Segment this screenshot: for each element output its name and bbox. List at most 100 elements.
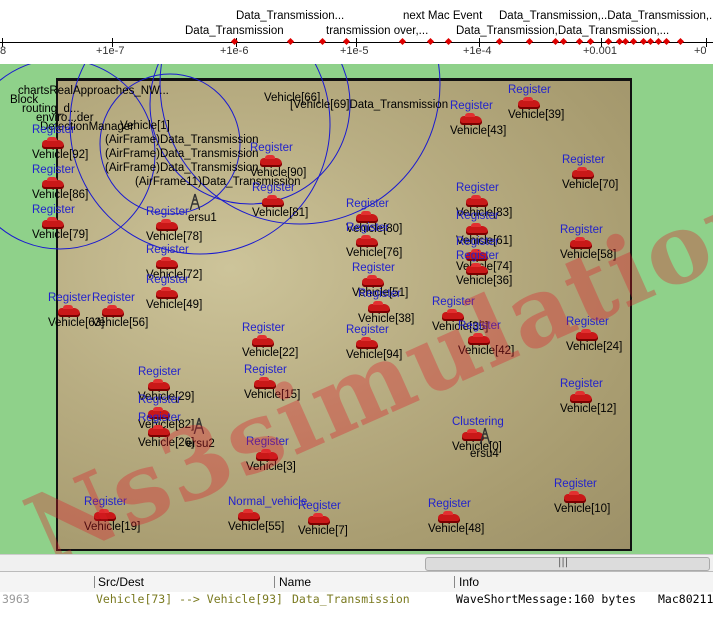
vehicle-label: Vehicle[39] — [508, 109, 565, 121]
packet-table-header: Src/Dest Name Info — [0, 571, 713, 593]
rsu-node[interactable]: ersu4 — [470, 426, 499, 460]
event-marker[interactable] — [621, 37, 630, 46]
event-marker[interactable] — [586, 37, 595, 46]
event-marker[interactable] — [286, 37, 295, 46]
overlap-label: [Vehicle[69]Data_Transmission — [290, 99, 449, 111]
horizontal-scrollbar[interactable]: ||| — [0, 554, 713, 571]
vehicle-status-label: Register — [352, 262, 395, 274]
column-header-info[interactable]: Info — [459, 575, 479, 589]
event-marker[interactable] — [662, 37, 671, 46]
car-icon — [356, 337, 378, 349]
vehicle-label: Vehicle[7] — [298, 525, 348, 537]
vehicle-status-label: Register — [146, 274, 189, 286]
column-separator[interactable] — [454, 576, 455, 588]
event-marker[interactable] — [318, 37, 327, 46]
vehicle-status-label: Register — [246, 436, 289, 448]
vehicle-status-label: Register — [458, 320, 501, 332]
event-marker[interactable] — [559, 37, 568, 46]
vehicle-status-label: Register — [138, 412, 181, 424]
tick-label: +1e-5 — [340, 45, 369, 57]
vehicle-label: Vehicle[58] — [560, 249, 617, 261]
column-separator[interactable] — [94, 576, 95, 588]
tick-label: +0.001 — [583, 45, 617, 57]
vehicle-status-label: Register — [450, 100, 493, 112]
vehicle-status-label: Register — [32, 124, 75, 136]
rsu-label: ersu4 — [470, 448, 499, 460]
car-icon — [58, 305, 80, 317]
vehicle-status-label: Register — [456, 210, 499, 222]
tick-label: +1e-6 — [220, 45, 249, 57]
event-marker[interactable] — [426, 37, 435, 46]
rsu-node[interactable]: ersu2 — [186, 416, 215, 450]
row-number: 3963 — [2, 592, 30, 606]
car-icon — [466, 263, 488, 275]
car-icon — [368, 301, 390, 313]
table-row[interactable]: 3963 Vehicle[73] --> Vehicle[93] Data_Tr… — [0, 592, 713, 612]
car-icon — [564, 491, 586, 503]
car-icon — [438, 511, 460, 523]
car-icon — [94, 509, 116, 521]
vehicle-label: Vehicle[79] — [32, 229, 89, 241]
overlap-label: (AirFrame)Data_Transmission — [105, 134, 259, 146]
vehicle-status-label: Register — [508, 84, 551, 96]
vehicle-label: Vehicle[92] — [32, 149, 89, 161]
column-header-src-dest[interactable]: Src/Dest — [98, 575, 144, 589]
antenna-tower-icon — [193, 417, 205, 436]
vehicle-label: Vehicle[55] — [228, 521, 285, 533]
vehicle-label: Vehicle[56] — [92, 317, 149, 329]
vehicle-status-label: Register — [32, 204, 75, 216]
vehicle-status-label: Register — [566, 316, 609, 328]
vehicle-label: Vehicle[19] — [84, 521, 141, 533]
event-marker[interactable] — [676, 37, 685, 46]
event-label: Data_Transmission,Data_Transmission,... — [456, 25, 670, 37]
antenna-tower-icon — [479, 427, 491, 446]
rsu-node[interactable]: ersu1 — [188, 192, 217, 224]
row-extra: Mac80211 — [658, 592, 713, 606]
rsu-label: ersu1 — [188, 212, 217, 224]
vehicle-status-label: Register — [346, 324, 389, 336]
vehicle-status-label: Register — [554, 478, 597, 490]
grip-icon: ||| — [558, 557, 569, 568]
event-marker[interactable] — [398, 37, 407, 46]
event-marker[interactable] — [629, 37, 638, 46]
event-marker[interactable] — [604, 37, 613, 46]
vehicle-status-label: Register — [560, 378, 603, 390]
car-icon — [42, 217, 64, 229]
car-icon — [572, 167, 594, 179]
vehicle-status-label: Register — [456, 236, 499, 248]
column-header-name[interactable]: Name — [279, 575, 311, 589]
car-icon — [262, 195, 284, 207]
event-marker[interactable] — [646, 37, 655, 46]
car-icon — [238, 509, 260, 521]
event-marker[interactable] — [654, 37, 663, 46]
vehicle-status-label: Register — [48, 292, 91, 304]
event-label: next Mac Event — [403, 10, 483, 22]
car-icon — [308, 513, 330, 525]
event-timeline[interactable]: Data_Transmission... next Mac Event Data… — [0, 0, 713, 64]
column-separator[interactable] — [274, 576, 275, 588]
car-icon — [466, 223, 488, 235]
car-icon — [156, 257, 178, 269]
vehicle-status-label: Register — [244, 364, 287, 376]
car-icon — [156, 287, 178, 299]
vehicle-status-label: Register — [250, 142, 293, 154]
car-icon — [570, 391, 592, 403]
event-marker[interactable] — [525, 37, 534, 46]
vehicle-label: Vehicle[10] — [554, 503, 611, 515]
car-icon — [156, 219, 178, 231]
event-marker[interactable] — [551, 37, 560, 46]
module-label: chartsRealApproaches_NW... — [18, 85, 169, 97]
scrollbar-thumb[interactable]: ||| — [425, 557, 710, 571]
car-icon — [518, 97, 540, 109]
network-canvas[interactable]: chartsRealApproaches_NW... Block routing… — [0, 64, 713, 554]
event-marker[interactable] — [342, 37, 351, 46]
vehicle-status-label: Register — [346, 198, 389, 210]
car-icon — [460, 113, 482, 125]
event-marker[interactable] — [444, 37, 453, 46]
vehicle-status-label: Register — [562, 154, 605, 166]
vehicle-label: Vehicle[78] — [146, 231, 203, 243]
car-icon — [576, 329, 598, 341]
event-marker[interactable] — [495, 37, 504, 46]
event-marker[interactable] — [575, 37, 584, 46]
vehicle-label: Vehicle[42] — [458, 345, 515, 357]
